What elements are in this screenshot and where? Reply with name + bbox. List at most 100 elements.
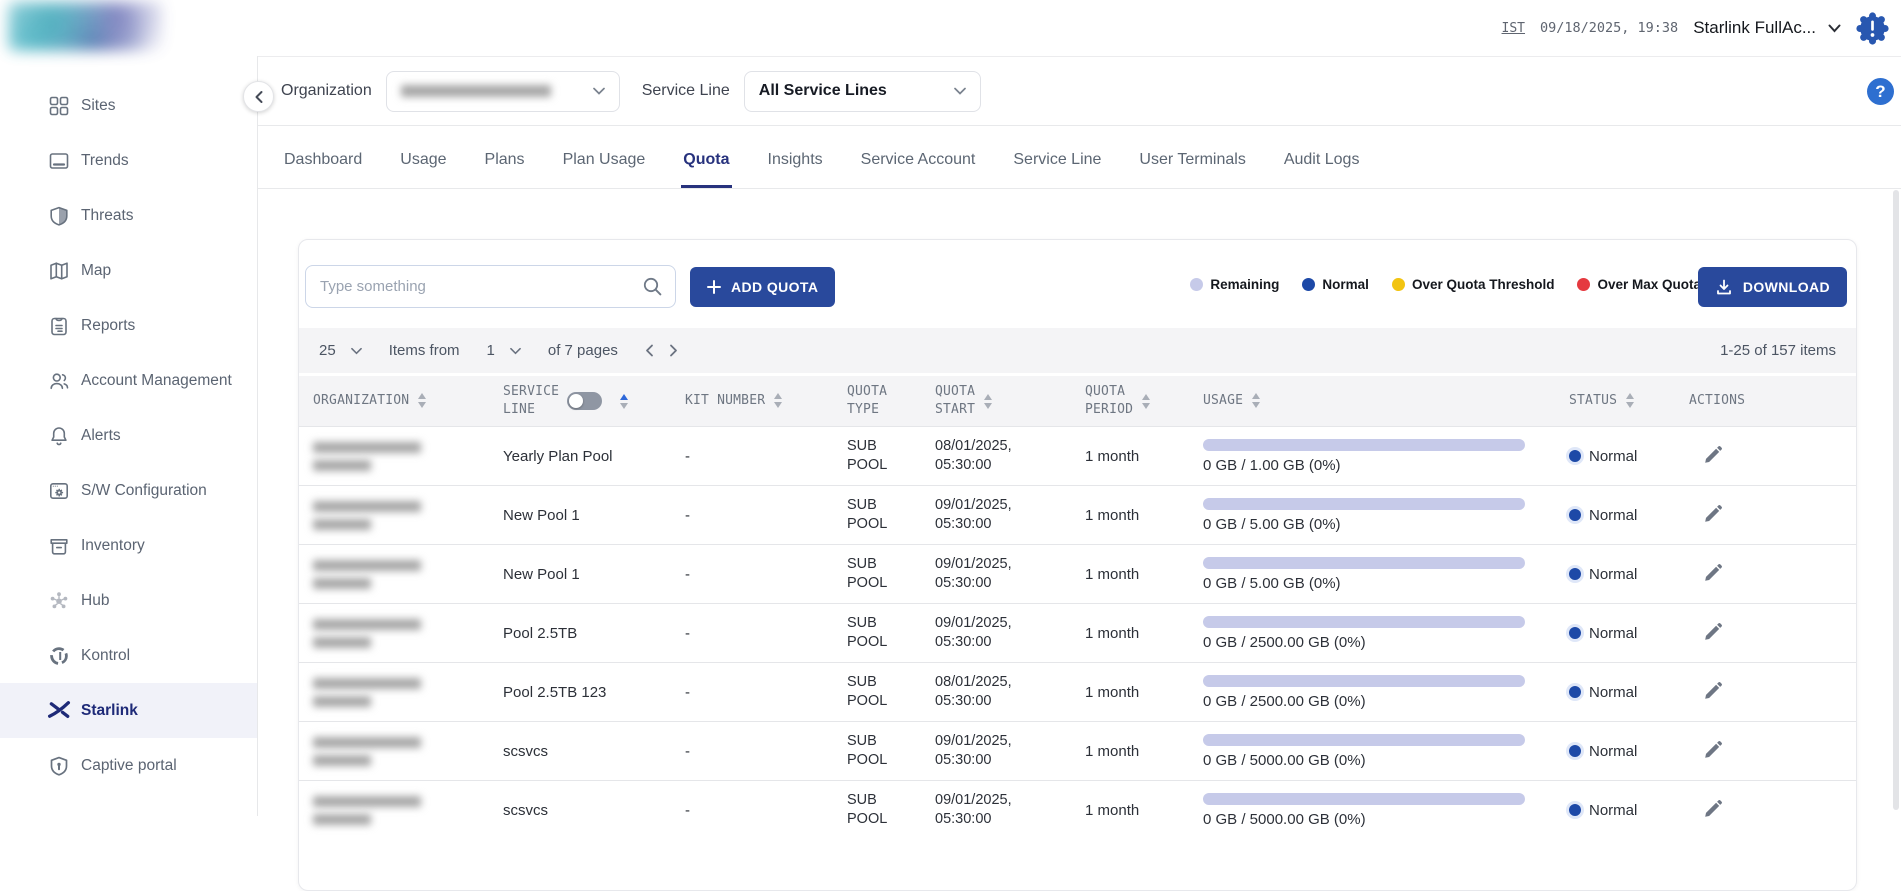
sidebar-item-alerts[interactable]: Alerts [0,408,257,463]
edit-quota-button[interactable] [1703,739,1724,760]
tab-insights[interactable]: Insights [766,151,825,188]
status-normal-dot [1569,568,1581,580]
sidebar-item-s-w-configuration[interactable]: S/W Configuration [0,463,257,518]
sort-status[interactable] [1626,393,1634,408]
status-cell: Normal [1569,684,1689,701]
tab-audit-logs[interactable]: Audit Logs [1282,151,1362,188]
usage-text: 0 GB / 5000.00 GB (0%) [1203,752,1569,769]
status-badge: Normal [1589,507,1637,524]
edit-quota-button[interactable] [1703,503,1724,524]
sidebar-item-hub[interactable]: Hub [0,573,257,628]
service-line-select[interactable]: All Service Lines [744,71,981,112]
sort-usage[interactable] [1252,393,1260,408]
actions-cell [1689,562,1856,587]
organization-cell-redacted [313,678,503,707]
vertical-scrollbar[interactable] [1893,190,1899,810]
sort-service-line[interactable] [620,394,628,409]
pagination-bar: 25 Items from 1 of 7 pages 1-25 of 157 i… [299,328,1856,373]
sort-asc-icon [620,394,628,400]
legend-label: Over Max Quota [1597,277,1701,292]
sidebar-item-reports[interactable]: Reports [0,298,257,353]
search-input[interactable] [318,277,642,296]
sidebar-item-inventory[interactable]: Inventory [0,518,257,573]
tab-service-account[interactable]: Service Account [859,151,978,188]
organization-select[interactable] [386,71,620,112]
sidebar-item-account-management[interactable]: Account Management [0,353,257,408]
chevron-down-icon [510,347,521,355]
badge-exclamation-icon[interactable] [1856,12,1889,45]
edit-quota-button[interactable] [1703,680,1724,701]
organization-label: Organization [281,82,372,100]
tab-usage[interactable]: Usage [398,151,448,188]
page-size-value: 25 [319,342,336,359]
redacted-text-line [313,755,371,766]
usage-text: 0 GB / 1.00 GB (0%) [1203,457,1569,474]
tab-quota[interactable]: Quota [681,151,731,188]
organization-value-redacted [401,85,551,97]
redacted-text-line [313,637,371,648]
sort-quota-start[interactable] [984,394,992,409]
search-icon[interactable] [642,276,663,297]
col-header-kit-number: KIT NUMBER [685,392,847,410]
col-header-quota-period: QUOTAPERIOD [1085,383,1203,418]
sidebar-item-map[interactable]: Map [0,243,257,298]
sidebar-item-starlink[interactable]: Starlink [0,683,257,738]
actions-cell [1689,444,1856,469]
prev-page-button[interactable] [645,344,654,357]
redacted-text-line [313,814,371,825]
quota-start-cell: 09/01/2025,05:30:00 [935,496,1085,534]
col-label: ACTIONS [1689,392,1745,410]
service-line-cell: New Pool 1 [503,507,685,524]
help-button[interactable]: ? [1867,78,1894,105]
edit-quota-button[interactable] [1703,444,1724,465]
sidebar-item-threats[interactable]: Threats [0,188,257,243]
col-header-service-line: SERVICELINE [503,383,685,418]
sort-asc-icon [418,393,426,399]
download-button[interactable]: DOWNLOAD [1698,267,1847,307]
edit-quota-button[interactable] [1703,621,1724,642]
account-menu[interactable]: Starlink FullAc... [1693,18,1841,38]
edit-quota-button[interactable] [1703,798,1724,819]
col-header-organization: ORGANIZATION [313,392,503,410]
sidebar-collapse-button[interactable] [243,81,274,112]
starlink-icon [46,698,71,723]
window-icon [46,148,71,173]
edit-quota-button[interactable] [1703,562,1724,583]
usage-cell: 0 GB / 1.00 GB (0%) [1203,439,1569,474]
service-line-toggle[interactable] [567,392,602,410]
tab-plans[interactable]: Plans [483,151,527,188]
redacted-text-line [313,560,421,571]
sort-organization[interactable] [418,393,426,408]
quota-type-cell: SUBPOOL [847,614,935,652]
kit-number-cell: - [685,566,847,583]
col-label: QUOTAPERIOD [1085,383,1133,418]
sort-kit-number[interactable] [774,393,782,408]
usage-legend: RemainingNormalOver Quota ThresholdOver … [1190,240,1701,328]
sort-quota-period[interactable] [1142,394,1150,409]
tab-service-line[interactable]: Service Line [1011,151,1103,188]
tab-user-terminals[interactable]: User Terminals [1137,151,1247,188]
sidebar-item-captive-portal[interactable]: Captive portal [0,738,257,793]
sidebar-item-kontrol[interactable]: Kontrol [0,628,257,683]
pencil-icon [1703,621,1724,642]
next-page-button[interactable] [669,344,678,357]
page-size-select[interactable]: 25 [319,342,362,359]
add-quota-button[interactable]: ADD QUOTA [690,267,835,307]
tab-dashboard[interactable]: Dashboard [282,151,364,188]
service-line-cell: Pool 2.5TB 123 [503,684,685,701]
quota-start-cell: 09/01/2025,05:30:00 [935,555,1085,593]
status-badge: Normal [1589,684,1637,701]
sidebar-item-trends[interactable]: Trends [0,133,257,188]
usage-progress-bar [1203,557,1525,569]
add-quota-label: ADD QUOTA [731,279,818,295]
pages-count-label: of 7 pages [548,342,618,359]
sort-asc-icon [1252,393,1260,399]
items-from-label: Items from [389,342,460,359]
timezone-toggle[interactable]: IST [1502,21,1525,36]
tab-plan-usage[interactable]: Plan Usage [561,151,648,188]
service-line-value: All Service Lines [759,82,887,100]
quota-type-cell: SUBPOOL [847,555,935,593]
page-select[interactable]: 1 [487,342,521,359]
sidebar-item-sites[interactable]: Sites [0,78,257,133]
usage-text: 0 GB / 2500.00 GB (0%) [1203,693,1569,710]
